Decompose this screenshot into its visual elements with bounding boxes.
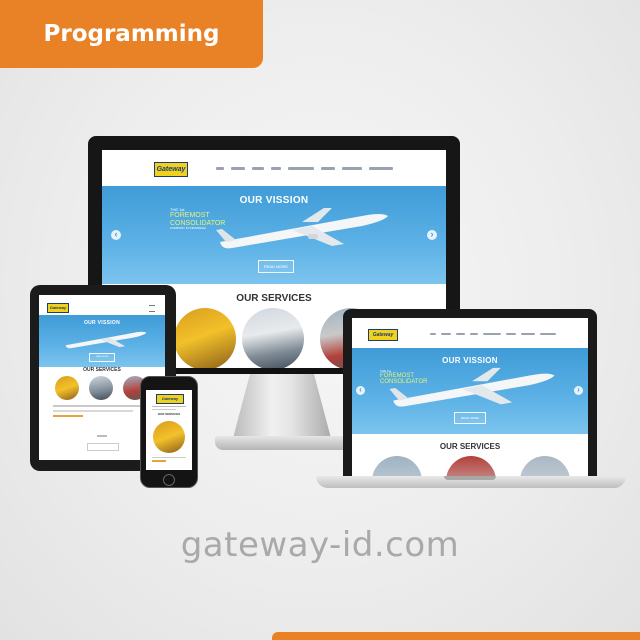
phone-logo-text: Gateway xyxy=(161,396,179,401)
site-url-text: gateway-id.com xyxy=(180,525,460,565)
tablet-hero: OUR VISSION READ MORE xyxy=(39,315,165,367)
phone-site-logo[interactable]: Gateway xyxy=(156,394,184,404)
nav-item-5[interactable] xyxy=(288,167,314,170)
tablet-hero-title: OUR VISSION xyxy=(83,320,121,326)
chevron-right-icon: › xyxy=(430,229,434,239)
laptop-read-more-button[interactable]: READ MORE xyxy=(454,412,486,424)
laptop-service-warehouse[interactable] xyxy=(372,456,422,476)
laptop-nav-item-6[interactable] xyxy=(506,333,516,335)
tablet-airplane-image xyxy=(65,331,147,349)
laptop-service-aircraft[interactable] xyxy=(520,456,570,476)
tablet-site-logo[interactable]: Gateway xyxy=(47,303,69,313)
category-badge: Programming xyxy=(0,0,263,68)
tablet-service-cargo[interactable] xyxy=(89,376,113,400)
airplane-image xyxy=(216,208,388,249)
laptop-site-logo[interactable]: Gateway xyxy=(368,329,398,341)
laptop-services-title: OUR SERVICES xyxy=(439,442,501,451)
tablet-text-lines xyxy=(53,405,153,417)
monitor-stand xyxy=(232,374,332,442)
tablet-read-more-button[interactable]: READ MORE xyxy=(89,353,115,362)
laptop-notch xyxy=(444,476,496,480)
read-more-button[interactable]: READ MORE xyxy=(258,260,294,273)
phone-services-title: OUR SERVICES xyxy=(157,412,181,416)
nav-item-6[interactable] xyxy=(321,167,335,170)
logo-text: Gateway xyxy=(156,166,186,173)
tagline-line-1: FOREMOST xyxy=(170,212,210,220)
laptop-nav-item-1[interactable] xyxy=(430,333,436,335)
phone-home-button[interactable] xyxy=(163,474,175,486)
laptop-service-cargo[interactable] xyxy=(446,456,496,476)
nav-item-4[interactable] xyxy=(271,167,281,170)
nav-item-3[interactable] xyxy=(252,167,264,170)
tablet-pager-dots[interactable] xyxy=(97,435,107,437)
tablet-logo-text: Gateway xyxy=(49,305,67,310)
hamburger-menu-icon[interactable] xyxy=(149,305,155,312)
site-logo[interactable]: Gateway xyxy=(154,162,188,177)
hero-prev-arrow[interactable]: ‹ xyxy=(111,230,121,240)
laptop-site-nav: Gateway xyxy=(352,318,588,348)
laptop-read-more-label: READ MORE xyxy=(460,416,480,420)
phone-text-lines xyxy=(152,406,186,410)
laptop-chevron-left-icon: ‹ xyxy=(359,385,362,394)
laptop-chevron-right-icon: › xyxy=(577,385,580,394)
laptop-website-screen: Gateway OUR VISSION THE 1st FOREMOST CON… xyxy=(352,318,588,476)
nav-menu xyxy=(216,167,393,170)
nav-item-7[interactable] xyxy=(342,167,362,170)
laptop-nav-item-3[interactable] xyxy=(456,333,465,335)
laptop-hero: OUR VISSION THE 1st FOREMOST CONSOLIDATO… xyxy=(352,348,588,434)
tablet-view-all-button[interactable] xyxy=(87,443,119,451)
laptop-airplane-image xyxy=(389,367,555,407)
phone-website-screen: Gateway OUR SERVICES xyxy=(146,390,192,470)
bottom-accent-strip xyxy=(272,632,640,640)
laptop-hero-prev-arrow[interactable]: ‹ xyxy=(356,386,365,395)
laptop-nav-item-7[interactable] xyxy=(521,333,535,335)
tablet-read-more-label: READ MORE xyxy=(95,356,109,358)
nav-item-1[interactable] xyxy=(216,167,224,170)
hero-next-arrow[interactable]: › xyxy=(427,230,437,240)
tablet-services-title: OUR SERVICES xyxy=(83,367,121,373)
category-label: Programming xyxy=(43,21,220,47)
phone-footer-lines xyxy=(152,457,186,462)
nav-item-8[interactable] xyxy=(369,167,393,170)
laptop-nav-item-4[interactable] xyxy=(470,333,478,335)
laptop-nav-item-8[interactable] xyxy=(540,333,556,335)
phone-service-warehouse[interactable] xyxy=(153,421,185,453)
service-image-cargo[interactable] xyxy=(242,308,304,368)
service-image-warehouse[interactable] xyxy=(174,308,236,368)
laptop-nav-menu xyxy=(430,333,556,335)
read-more-label: READ MORE xyxy=(263,264,289,269)
laptop-nav-item-2[interactable] xyxy=(441,333,451,335)
monitor-base xyxy=(215,436,349,450)
hero-banner: OUR VISSION THE 1st FOREMOST CONSOLIDATO… xyxy=(102,186,446,284)
site-nav: Gateway xyxy=(102,150,446,186)
laptop-nav-item-5[interactable] xyxy=(483,333,501,335)
laptop-hero-next-arrow[interactable]: › xyxy=(574,386,583,395)
tablet-service-warehouse[interactable] xyxy=(55,376,79,400)
laptop-logo-text: Gateway xyxy=(372,332,394,338)
nav-item-2[interactable] xyxy=(231,167,245,170)
chevron-left-icon: ‹ xyxy=(114,229,118,239)
